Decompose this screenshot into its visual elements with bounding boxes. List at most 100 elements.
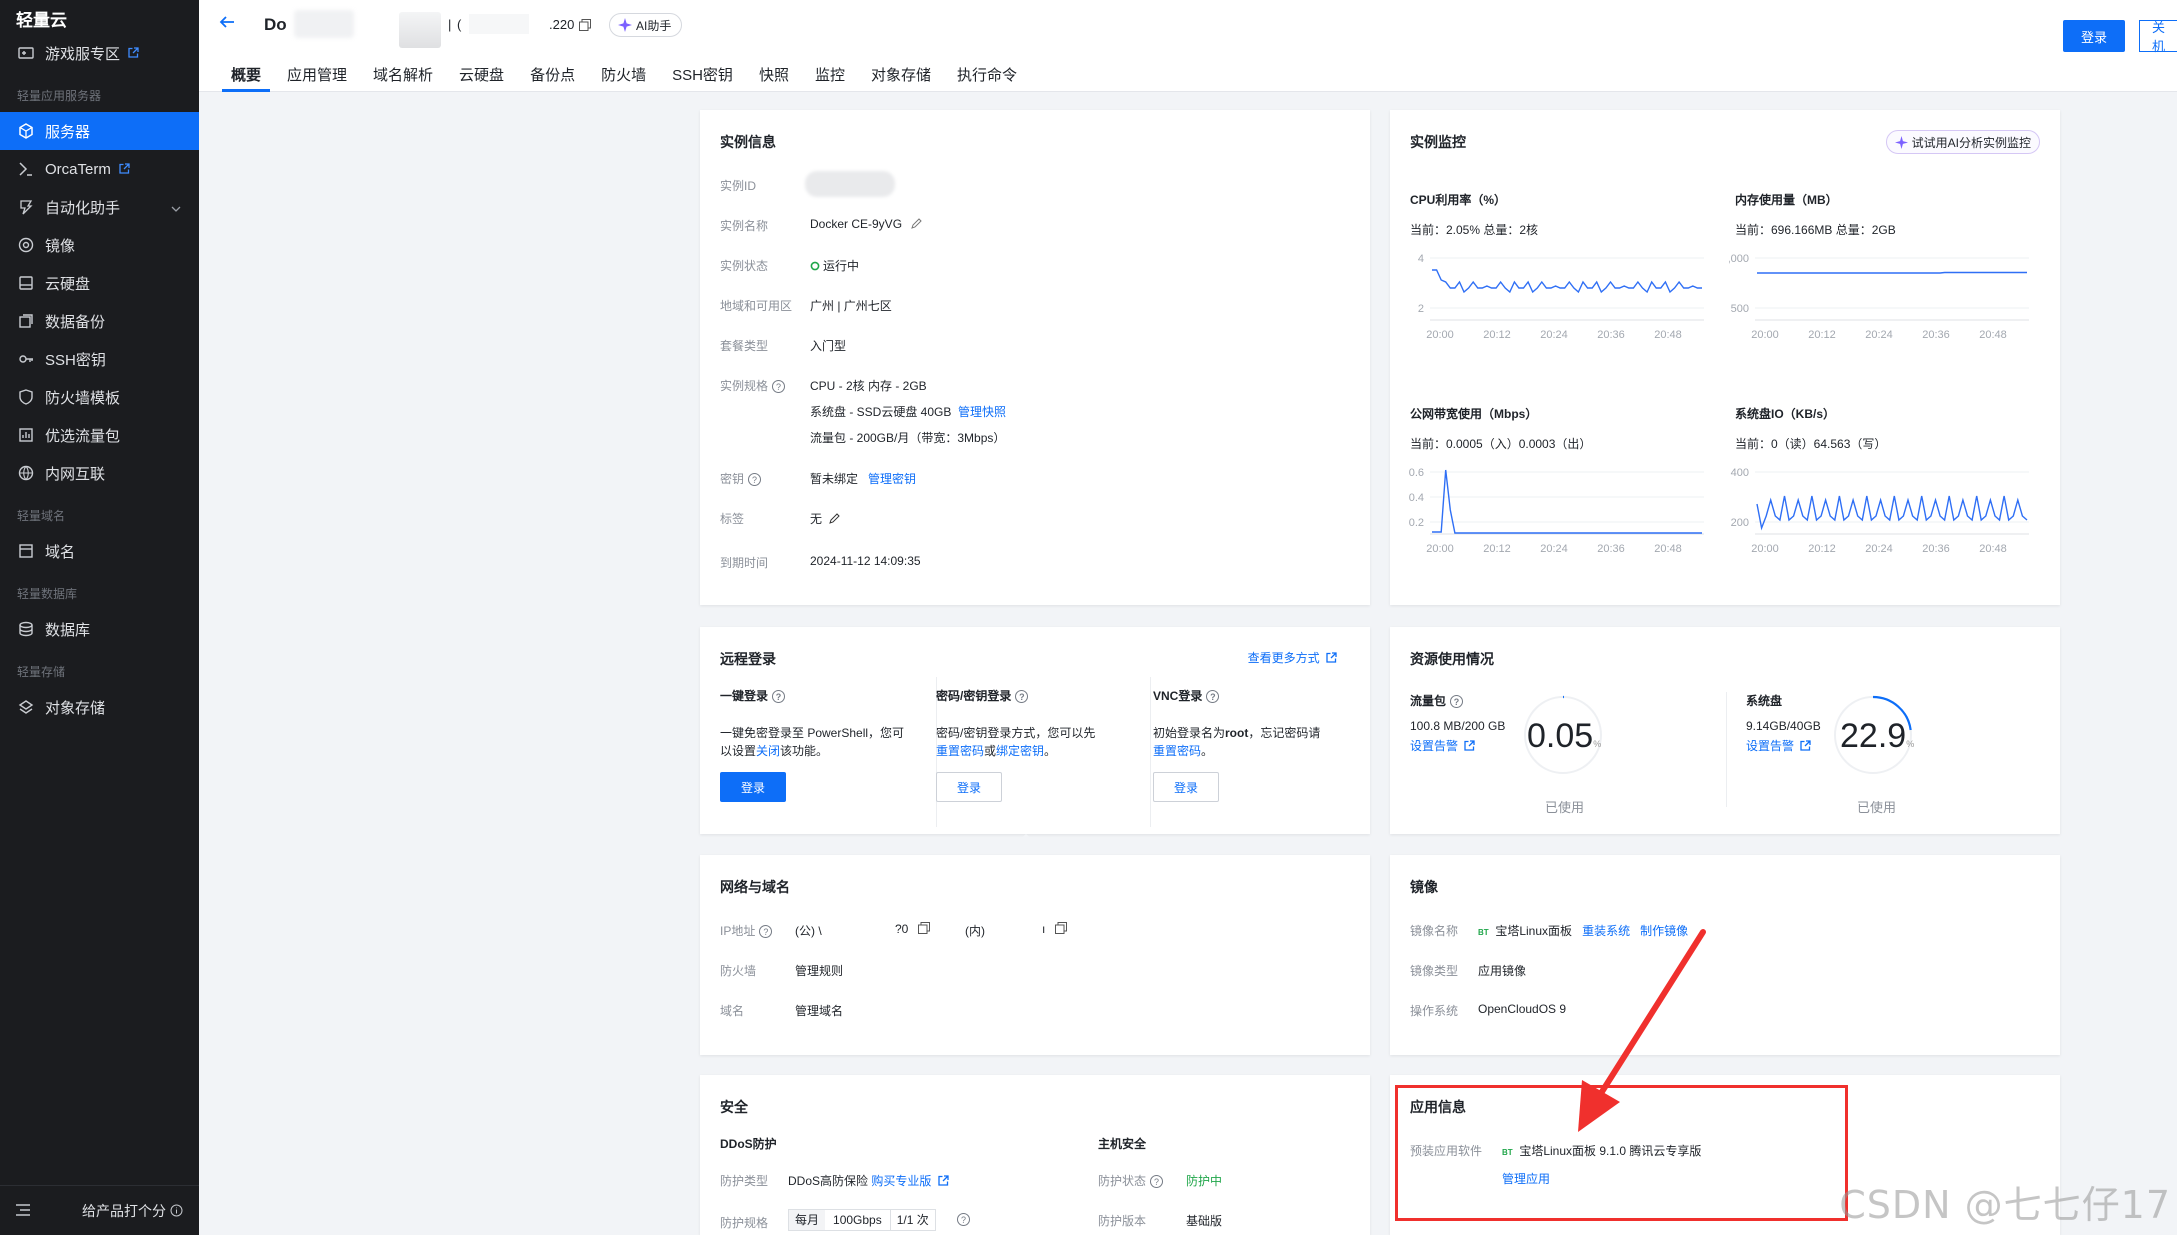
y-tick-label: 500 — [1731, 303, 1749, 315]
sidebar-item-label: 云硬盘 — [45, 275, 91, 293]
vnc-reset-password-link[interactable]: 重置密码 — [1153, 744, 1201, 758]
instance-info-card: 实例信息 实例ID 实例名称 Docker CE-9yVG 实例状态 运行中 地… — [700, 110, 1370, 605]
rate-product-button[interactable]: 给产品打个分 — [82, 1201, 183, 1221]
status-value: 运行中 — [823, 259, 860, 273]
sidebar-item-network[interactable]: 内网互联 — [0, 454, 199, 492]
sidebar-item-game[interactable]: 游戏服专区 — [0, 34, 199, 72]
login-button[interactable]: 登录 — [2063, 20, 2125, 52]
private-ip-value: ı — [1042, 922, 1046, 936]
help-icon[interactable]: ? — [772, 690, 786, 704]
instance-ip: .220 — [549, 17, 575, 32]
edit-icon[interactable] — [829, 512, 841, 524]
sidebar-item-storage[interactable]: 对象存储 — [0, 688, 199, 726]
sidebar-item-traffic[interactable]: 优选流量包 — [0, 416, 199, 454]
label: 防护规格 — [720, 1216, 769, 1230]
manage-domain-link[interactable]: 管理域名 — [795, 1002, 843, 1019]
x-tick-label: 20:24 — [1865, 543, 1893, 555]
ddos-type-value: DDoS高防保险 — [788, 1174, 869, 1188]
sidebar-item-automation[interactable]: 自动化助手 — [0, 188, 199, 226]
bind-key-link[interactable]: 绑定密钥 — [996, 744, 1044, 758]
alarm-label: 设置告警 — [1746, 739, 1795, 753]
tab-5[interactable]: 防火墙 — [601, 64, 646, 92]
cpu-chart[interactable]: 4 2 20:00 20:12 20:24 20:36 20:48 — [1404, 248, 1714, 344]
help-icon[interactable]: ? — [1150, 1175, 1164, 1189]
ai-assistant-button[interactable]: AI助手 — [609, 13, 683, 37]
help-icon[interactable]: ? — [1206, 690, 1220, 704]
copy-icon[interactable] — [917, 922, 930, 934]
vnc-desc: 初始登录名为root，忘记密码请 重置密码。 — [1153, 724, 1353, 760]
manage-rules-link[interactable]: 管理规则 — [795, 962, 843, 979]
private-ip: ı — [1042, 922, 1067, 936]
reset-password-link[interactable]: 重置密码 — [936, 744, 984, 758]
shutdown-button[interactable]: 关机 — [2139, 20, 2177, 54]
io-chart[interactable]: 400 200 20:00 20:12 20:24 20:36 20:48 — [1729, 462, 2039, 558]
sidebar: 轻量云 游戏服专区 轻量应用服务器 服务器 OrcaTerm 自动化助手 镜像 云硬盘 数据备… — [0, 0, 199, 1235]
sidebar-item-label: 内网互联 — [45, 465, 106, 483]
traffic-alarm-link[interactable]: 设置告警 — [1410, 737, 1505, 754]
vnc-login-button[interactable]: 登录 — [1153, 772, 1219, 802]
ai-analyze-label: 试试用AI分析实例监控 — [1911, 135, 2031, 150]
ddos-title: DDoS防护 — [720, 1137, 777, 1151]
sidebar-item-domain[interactable]: 域名 — [0, 532, 199, 570]
tab-4[interactable]: 备份点 — [530, 64, 575, 92]
sidebar-item-label: 数据库 — [45, 621, 91, 639]
one-click-login-button[interactable]: 登录 — [720, 772, 786, 802]
cpu-current: 当前：2.05% 总量：2核 — [1410, 223, 1539, 237]
label: 实例规格? — [720, 377, 786, 394]
disable-one-click-link[interactable]: 关闭 — [756, 744, 780, 758]
disk-alarm-link[interactable]: 设置告警 — [1746, 737, 1821, 754]
tab-3[interactable]: 云硬盘 — [459, 64, 504, 92]
ai-analyze-button[interactable]: 试试用AI分析实例监控 — [1885, 130, 2040, 154]
edit-icon[interactable] — [911, 217, 923, 229]
manage-snapshot-link[interactable]: 管理快照 — [958, 405, 1006, 419]
label: 实例ID — [720, 179, 757, 193]
password-title-text: 密码/密钥登录 — [936, 689, 1012, 703]
tab-1[interactable]: 应用管理 — [287, 64, 347, 92]
card-title: 实例信息 — [720, 134, 776, 150]
network-icon — [17, 464, 35, 482]
more-login-methods-link[interactable]: 查看更多方式 — [1248, 649, 1337, 666]
password-login-button[interactable]: 登录 — [936, 772, 1002, 802]
mem-chart[interactable]: 1,000 500 20:00 20:12 20:24 20:36 20:48 — [1729, 248, 2039, 344]
sidebar-item-image[interactable]: 镜像 — [0, 226, 199, 264]
sidebar-item-disk[interactable]: 云硬盘 — [0, 264, 199, 302]
help-icon[interactable]: ? — [1450, 695, 1464, 709]
sidebar-item-server[interactable]: 服务器 — [0, 112, 199, 150]
copy-icon[interactable] — [1054, 922, 1067, 934]
help-icon[interactable]: ? — [748, 473, 762, 487]
cpu-chart-title: CPU利用率（%） — [1410, 193, 1507, 207]
tab-10[interactable]: 执行命令 — [957, 64, 1017, 92]
tab-2[interactable]: 域名解析 — [373, 64, 433, 92]
help-icon[interactable]: ? — [957, 1213, 970, 1226]
copy-icon[interactable] — [579, 18, 591, 36]
x-tick-label: 20:00 — [1426, 329, 1454, 341]
tag: 无 — [810, 510, 841, 527]
sidebar-item-backup[interactable]: 数据备份 — [0, 302, 199, 340]
back-arrow-icon[interactable] — [219, 14, 235, 35]
tab-9[interactable]: 对象存储 — [871, 64, 931, 92]
sidebar-item-shield[interactable]: 防火墙模板 — [0, 378, 199, 416]
sidebar-item-label: 优选流量包 — [45, 427, 121, 445]
redacted-region — [294, 10, 354, 38]
sidebar-nav: 游戏服专区 轻量应用服务器 服务器 OrcaTerm 自动化助手 镜像 云硬盘 数据备份 SSH… — [0, 34, 199, 726]
sidebar-item-database[interactable]: 数据库 — [0, 610, 199, 648]
sidebar-item-terminal[interactable]: OrcaTerm — [0, 150, 199, 188]
label: 域名 — [720, 1004, 745, 1018]
collapse-icon[interactable] — [16, 1203, 30, 1219]
sidebar-footer[interactable]: 给产品打个分 — [0, 1185, 199, 1235]
buy-pro-link[interactable]: 购买专业版 — [871, 1174, 931, 1188]
tab-0[interactable]: 概要 — [221, 64, 271, 92]
help-icon[interactable]: ? — [1015, 690, 1029, 704]
key: 暂未绑定 管理密钥 — [810, 470, 916, 487]
tab-6[interactable]: SSH密钥 — [672, 64, 733, 92]
help-icon[interactable]: ? — [772, 380, 786, 394]
manage-key-link[interactable]: 管理密钥 — [868, 472, 916, 486]
tab-7[interactable]: 快照 — [759, 64, 789, 92]
card-title: 实例监控 — [1410, 134, 1466, 150]
card-title: 远程登录 — [720, 651, 776, 667]
public-ip-value: ?0 — [895, 922, 909, 936]
tab-8[interactable]: 监控 — [815, 64, 845, 92]
help-icon[interactable]: ? — [759, 925, 773, 939]
sidebar-item-key[interactable]: SSH密钥 — [0, 340, 199, 378]
net-chart[interactable]: 0.6 0.4 0.2 20:00 20:12 20:24 20:36 20:48 — [1404, 462, 1714, 558]
